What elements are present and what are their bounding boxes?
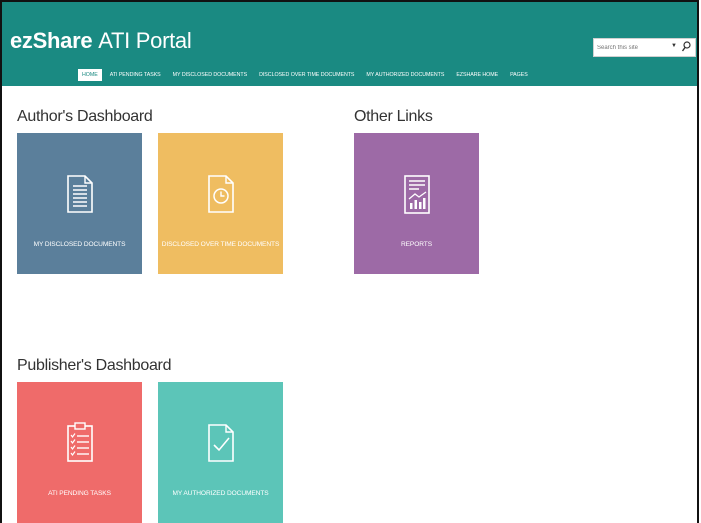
tile-label: ATI PENDING TASKS [48, 490, 111, 497]
tile-ati-pending-tasks[interactable]: ATI PENDING TASKS [17, 382, 142, 523]
nav-disclosed-over-time-documents[interactable]: DISCLOSED OVER TIME DOCUMENTS [255, 69, 358, 81]
nav-home[interactable]: HOME [78, 69, 102, 81]
nav-my-disclosed-documents[interactable]: MY DISCLOSED DOCUMENTS [169, 69, 251, 81]
nav-ezshare-home[interactable]: EZSHARE HOME [452, 69, 502, 81]
site-brand[interactable]: ezShare ATI Portal [10, 28, 192, 54]
search-scope-dropdown-icon[interactable]: ▼ [671, 43, 677, 49]
document-icon [67, 175, 93, 213]
ezshare-logo[interactable]: ezShare [10, 28, 93, 53]
tile-my-disclosed-documents[interactable]: MY DISCLOSED DOCUMENTS [17, 133, 142, 274]
top-navigation: HOME ATI PENDING TASKS MY DISCLOSED DOCU… [78, 68, 536, 82]
tile-reports[interactable]: REPORTS [354, 133, 479, 274]
clipboard-checklist-icon [67, 422, 93, 462]
search-input[interactable] [597, 41, 667, 54]
site-header: ezShareATI Portal ▼ HOME ATI PENDING TAS… [2, 2, 697, 86]
search-box[interactable]: ▼ [593, 38, 696, 57]
tile-label: REPORTS [400, 241, 433, 248]
nav-ati-pending-tasks[interactable]: ATI PENDING TASKS [106, 69, 165, 81]
authors-dashboard-title: Author's Dashboard [17, 108, 153, 125]
tile-label: MY DISCLOSED DOCUMENTS [33, 241, 126, 248]
tile-my-authorized-documents[interactable]: MY AUTHORIZED DOCUMENTS [158, 382, 283, 523]
publishers-dashboard-title: Publisher's Dashboard [17, 357, 172, 374]
search-icon[interactable] [680, 40, 692, 54]
tile-label: MY AUTHORIZED DOCUMENTS [172, 490, 269, 497]
other-links-title: Other Links [354, 108, 433, 125]
nav-my-authorized-documents[interactable]: MY AUTHORIZED DOCUMENTS [362, 69, 448, 81]
site-title[interactable]: ATI Portal [98, 28, 191, 53]
nav-pages[interactable]: PAGES [506, 69, 532, 81]
tile-disclosed-over-time-documents[interactable]: DISCLOSED OVER TIME DOCUMENTS [158, 133, 283, 274]
tile-label: DISCLOSED OVER TIME DOCUMENTS [161, 241, 280, 248]
checked-document-icon [208, 424, 234, 462]
report-chart-icon [404, 175, 430, 214]
clock-document-icon [208, 175, 234, 213]
